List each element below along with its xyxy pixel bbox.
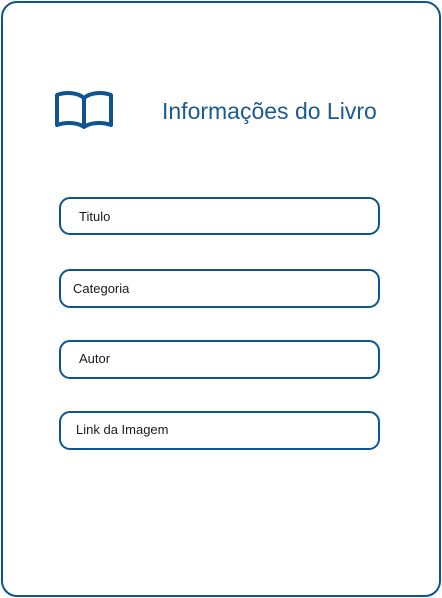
page-title: Informações do Livro [162, 98, 377, 124]
category-field[interactable] [59, 269, 380, 308]
author-field[interactable] [59, 340, 380, 379]
open-book-icon [55, 91, 113, 129]
title-field[interactable] [59, 197, 380, 235]
image-link-field[interactable] [59, 411, 380, 450]
